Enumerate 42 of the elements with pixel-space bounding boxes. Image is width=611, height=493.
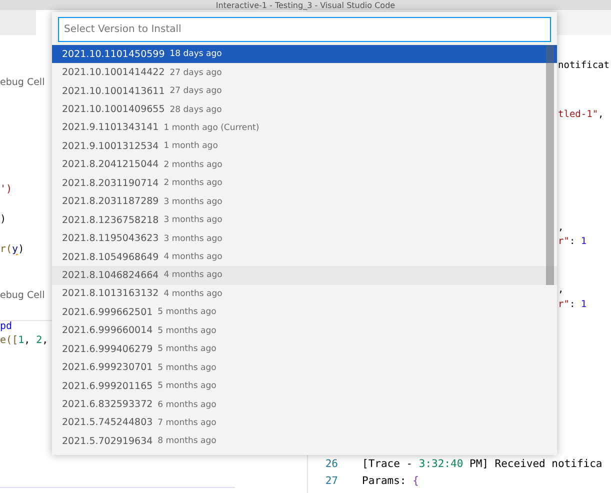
version-item[interactable]: 2021.8.2031187289 3 months ago: [52, 192, 546, 211]
version-item[interactable]: 2021.8.1195043623 3 months ago: [52, 229, 546, 248]
output-line: [Trace - 3:32:40 PM] Received notifica: [362, 457, 602, 472]
code-line: pd: [0, 320, 12, 334]
output-line: r": 1: [558, 298, 587, 312]
version-item[interactable]: 2021.6.999201165 5 months ago: [52, 376, 546, 396]
version-item[interactable]: 2021.9.1101343141 1 month ago (Current): [52, 118, 546, 138]
version-item[interactable]: 2021.9.1001312534 1 month ago: [52, 137, 546, 156]
output-line: Params: {: [362, 474, 419, 489]
output-line: ,: [558, 221, 564, 235]
search-field[interactable]: Select Version to Install: [58, 17, 551, 42]
version-item[interactable]: 2021.8.1013163132 4 months ago: [52, 284, 546, 304]
code-line: r(y): [0, 243, 24, 257]
version-item[interactable]: 2021.8.1236758218 3 months ago: [52, 210, 546, 230]
scrollbar-thumb[interactable]: [546, 45, 554, 285]
output-line: tled-1",: [558, 108, 604, 122]
code-line: e([1, 2,: [0, 334, 48, 348]
version-item[interactable]: 2021.5.745244803 7 months ago: [52, 414, 546, 432]
version-item[interactable]: 2021.6.999230701 5 months ago: [52, 358, 546, 377]
cell-toolbar-text: ebug Cell: [0, 289, 45, 303]
version-item[interactable]: 2021.10.1001409655 28 days ago: [52, 100, 546, 119]
version-item[interactable]: 2021.8.1046824664 4 months ago: [52, 266, 557, 285]
output-line: ,: [558, 283, 564, 297]
version-item[interactable]: 2021.10.1001413611 27 days ago: [52, 82, 546, 100]
version-item[interactable]: 2021.6.999660014 5 months ago: [52, 322, 546, 340]
version-item[interactable]: 2021.6.999662501 5 months ago: [52, 303, 546, 322]
version-item[interactable]: 2021.10.1101450599 18 days ago: [52, 45, 557, 64]
cell-toolbar-text: ebug Cell: [0, 76, 45, 90]
line-number: 27: [324, 474, 338, 489]
code-line: ): [0, 213, 6, 227]
version-item[interactable]: 2021.8.2031190714 2 months ago: [52, 174, 546, 192]
version-item[interactable]: 2021.8.1054968649 4 months ago: [52, 248, 546, 266]
version-item[interactable]: 2021.6.999406279 5 months ago: [52, 340, 546, 358]
version-item[interactable]: 2021.10.1001414422 27 days ago: [52, 63, 546, 82]
output-line: notificat: [558, 59, 610, 73]
window-title: Interactive-1 - Testing_3 - Visual Studio Code: [216, 1, 396, 10]
version-item[interactable]: 2021.8.2041215044 2 months ago: [52, 156, 546, 174]
code-line: '): [0, 183, 12, 197]
line-number: 26: [324, 457, 338, 472]
version-item[interactable]: 2021.6.832593372 6 months ago: [52, 395, 546, 414]
version-item[interactable]: 2021.5.702919634 8 months ago: [52, 432, 546, 451]
output-line: r": 1: [558, 235, 587, 249]
